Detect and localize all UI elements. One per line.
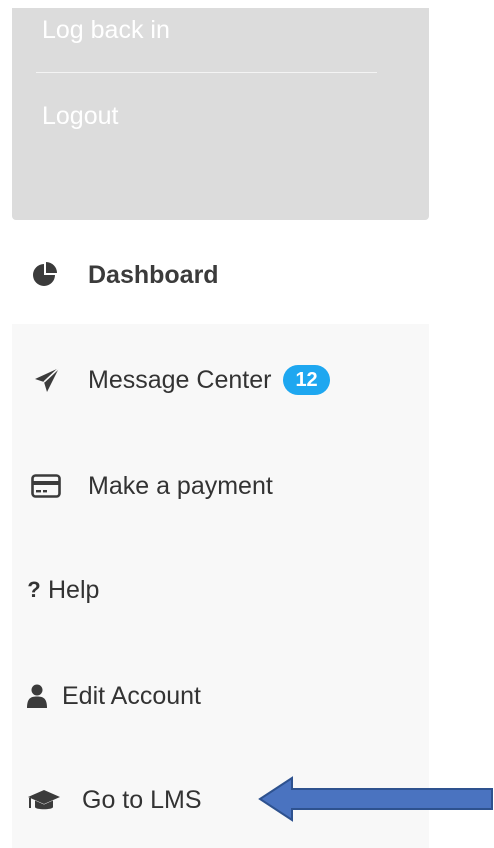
question-icon: ? — [27, 577, 41, 602]
message-center-label: Message Center — [88, 365, 272, 394]
dashboard-label: Dashboard — [88, 260, 219, 289]
user-icon — [26, 684, 48, 708]
nav-item-help[interactable]: ? Help — [12, 560, 429, 620]
sidebar-nav: Message Center 12 Make a payment ? Help … — [12, 324, 429, 848]
graduation-cap-icon — [26, 788, 62, 812]
nav-item-edit-account[interactable]: Edit Account — [12, 666, 429, 726]
credit-card-icon — [30, 474, 62, 498]
make-payment-label: Make a payment — [88, 471, 273, 500]
paper-plane-icon — [32, 366, 62, 394]
nav-item-make-payment[interactable]: Make a payment — [12, 456, 429, 516]
annotation-arrow-icon — [258, 776, 493, 822]
help-label: Help — [48, 575, 100, 604]
edit-account-label: Edit Account — [62, 681, 201, 710]
go-to-lms-label: Go to LMS — [82, 785, 202, 814]
pie-chart-icon — [33, 262, 57, 286]
account-dropdown-menu: Log back in Logout — [12, 8, 429, 220]
menu-divider — [36, 72, 377, 73]
nav-item-dashboard[interactable]: Dashboard — [0, 240, 440, 310]
unread-count-badge: 12 — [283, 365, 330, 395]
log-back-in-link[interactable]: Log back in — [42, 16, 170, 45]
logout-link[interactable]: Logout — [42, 102, 118, 131]
nav-item-message-center[interactable]: Message Center 12 — [12, 350, 429, 410]
